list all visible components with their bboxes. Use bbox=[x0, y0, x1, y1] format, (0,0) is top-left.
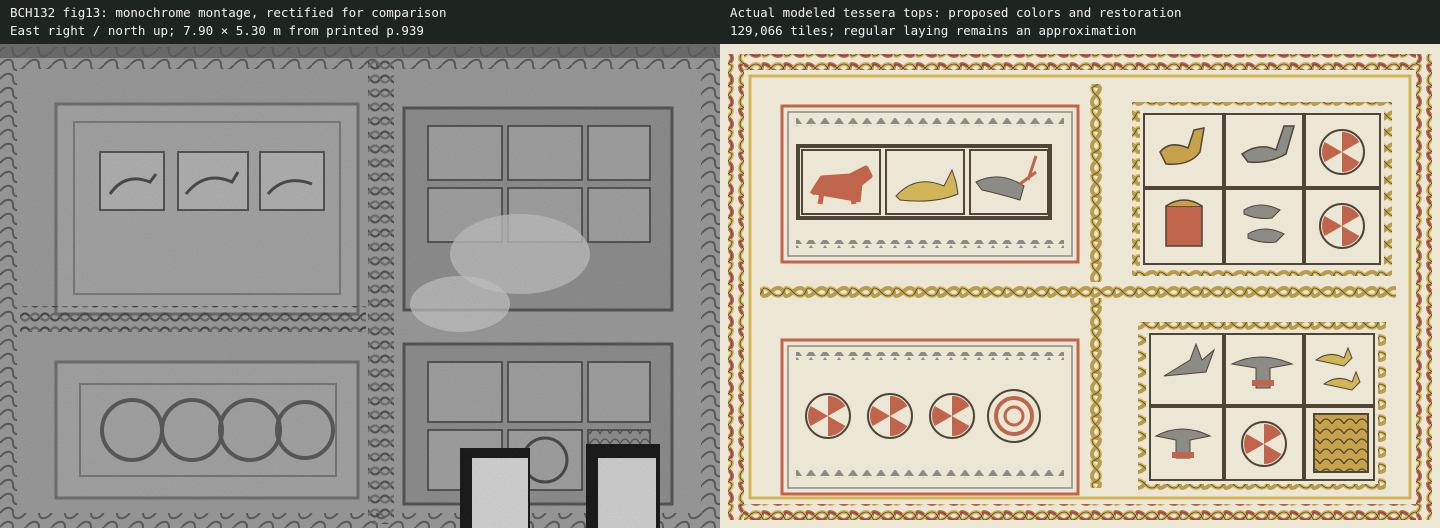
restoration-panel: Actual modeled tessera tops: proposed co… bbox=[720, 0, 1440, 528]
photo-caption-line2: East right / north up; 7.90 × 5.30 m fro… bbox=[10, 23, 424, 38]
photo-caption: BCH132 fig13: monochrome montage, rectif… bbox=[0, 0, 720, 44]
photo-panel: BCH132 fig13: monochrome montage, rectif… bbox=[0, 0, 720, 528]
restoration-caption: Actual modeled tessera tops: proposed co… bbox=[720, 0, 1440, 44]
tessera-model bbox=[720, 44, 1440, 528]
monochrome-mosaic-image bbox=[0, 44, 720, 528]
restoration-caption-line2: 129,066 tiles; regular laying remains an… bbox=[730, 23, 1137, 38]
tessera-model-image bbox=[720, 44, 1440, 528]
restoration-caption-line1: Actual modeled tessera tops: proposed co… bbox=[730, 5, 1182, 20]
monochrome-montage bbox=[0, 44, 720, 528]
photo-caption-line1: BCH132 fig13: monochrome montage, rectif… bbox=[10, 5, 447, 20]
